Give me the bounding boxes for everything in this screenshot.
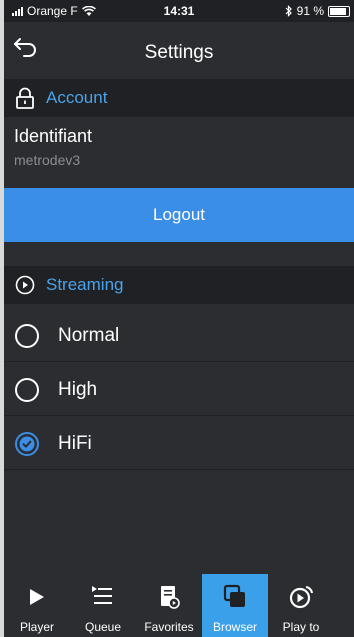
play-to-icon — [289, 586, 313, 609]
page-title: Settings — [144, 42, 214, 63]
tab-queue[interactable]: Queue — [70, 574, 136, 637]
option-label: Normal — [58, 324, 120, 346]
status-bar: Orange F 14:31 91 % — [4, 0, 354, 22]
battery-percent: 91 % — [296, 4, 324, 18]
nav-bar: Settings — [4, 22, 354, 76]
lock-icon — [16, 87, 34, 109]
status-right: 91 % — [285, 4, 350, 18]
tab-play-to[interactable]: Play to — [268, 574, 334, 637]
logout-button[interactable]: Logout — [4, 188, 354, 242]
battery-icon — [328, 5, 350, 17]
streaming-section-header: Streaming — [4, 266, 354, 304]
tab-browser[interactable]: Browser — [202, 574, 268, 637]
identifiant-label: Identifiant — [14, 126, 93, 146]
streaming-option-normal[interactable]: Normal — [4, 310, 354, 362]
radio-checked-icon — [15, 431, 39, 456]
streaming-header-label: Streaming — [46, 275, 124, 294]
queue-list-icon — [92, 586, 112, 604]
tab-label: Queue — [84, 620, 122, 634]
play-icon — [30, 589, 44, 605]
phone-screen: Orange F 14:31 91 % Settings Account Ide… — [4, 0, 354, 637]
tab-player[interactable]: Player — [4, 574, 70, 637]
browser-icon — [223, 584, 245, 607]
favorites-icon — [161, 586, 180, 609]
bluetooth-icon — [285, 5, 292, 17]
radio-unchecked-icon — [15, 323, 39, 348]
tab-label: Player — [19, 620, 54, 634]
tab-label: Play to — [282, 620, 320, 634]
option-label: HiFi — [58, 432, 92, 454]
identifiant-value: metrodev3 — [14, 152, 81, 168]
account-header-label: Account — [46, 88, 108, 107]
streaming-option-hifi[interactable]: HiFi — [4, 418, 354, 470]
radio-unchecked-icon — [15, 377, 39, 402]
tab-label: Favorites — [144, 620, 194, 634]
option-label: High — [58, 378, 98, 400]
tab-bar: Player Queue Favorites Browser Play to — [4, 574, 354, 637]
play-circle-icon — [15, 275, 35, 295]
battery-fill — [330, 7, 347, 15]
streaming-option-high[interactable]: High — [4, 364, 354, 416]
tab-favorites[interactable]: Favorites — [136, 574, 202, 637]
account-section-header: Account — [4, 79, 354, 117]
tab-label: Browser — [212, 620, 257, 634]
